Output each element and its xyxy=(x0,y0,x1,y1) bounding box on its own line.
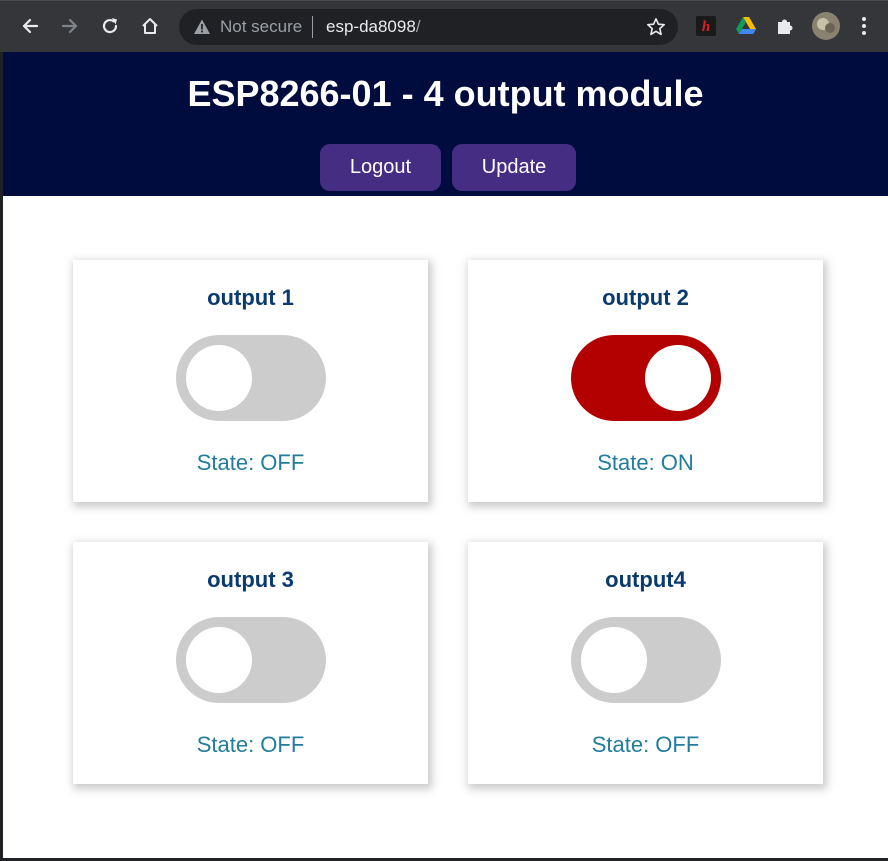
card-title: output 1 xyxy=(207,285,294,310)
toggle-knob xyxy=(186,345,252,411)
star-icon[interactable] xyxy=(646,17,666,37)
output-card-3: output 3 State: OFF xyxy=(73,542,428,784)
back-button[interactable] xyxy=(15,11,45,41)
reload-button[interactable] xyxy=(95,11,125,41)
puzzle-icon xyxy=(778,19,793,34)
output-card-1: output 1 State: OFF xyxy=(73,260,428,502)
logout-button[interactable]: Logout xyxy=(320,144,441,191)
url-path: / xyxy=(415,17,421,36)
security-status[interactable]: Not secure xyxy=(220,17,302,37)
drive-extension-button[interactable] xyxy=(734,14,758,38)
browser-menu-button[interactable] xyxy=(852,14,876,38)
arrow-left-icon xyxy=(22,18,39,34)
web-page: ESP8266-01 - 4 output module Logout Upda… xyxy=(3,52,888,858)
browser-toolbar: Not secure esp-da8098/ h xyxy=(0,0,888,52)
avatar xyxy=(812,12,840,40)
extensions-button[interactable] xyxy=(773,14,797,38)
address-divider xyxy=(312,16,313,38)
toggle-switch-output-3[interactable] xyxy=(176,617,326,703)
url-host: esp-da8098 xyxy=(326,17,416,36)
state-text: State: OFF xyxy=(196,732,305,757)
state-text: State: OFF xyxy=(591,732,700,757)
h-extension-button[interactable]: h xyxy=(694,14,718,38)
toggle-knob xyxy=(186,627,252,693)
svg-text:h: h xyxy=(702,19,710,35)
drive-icon xyxy=(736,17,756,34)
toggle-switch-output-4[interactable] xyxy=(571,617,721,703)
address-bar[interactable]: Not secure esp-da8098/ xyxy=(179,9,678,45)
card-title: output 2 xyxy=(602,285,689,310)
h-extension-icon: h xyxy=(696,16,716,36)
arrow-right-icon xyxy=(61,18,78,34)
output-card-4: output4 State: OFF xyxy=(468,542,823,784)
state-text: State: OFF xyxy=(196,450,305,475)
card-title: output 3 xyxy=(207,567,294,592)
reload-icon xyxy=(102,18,118,34)
warning-icon[interactable] xyxy=(193,18,211,36)
card-title: output4 xyxy=(605,567,686,592)
home-icon xyxy=(142,18,158,34)
toggle-knob xyxy=(581,627,647,693)
profile-button[interactable] xyxy=(812,12,840,40)
state-text: State: ON xyxy=(597,450,694,475)
url-text[interactable]: esp-da8098/ xyxy=(326,17,421,37)
home-button[interactable] xyxy=(135,11,165,41)
toggle-switch-output-1[interactable] xyxy=(176,335,326,421)
toggle-knob xyxy=(645,345,711,411)
kebab-menu-icon xyxy=(862,17,866,35)
output-card-2: output 2 State: ON xyxy=(468,260,823,502)
page-header: ESP8266-01 - 4 output module Logout Upda… xyxy=(3,52,888,196)
update-button[interactable]: Update xyxy=(452,144,576,191)
forward-button[interactable] xyxy=(55,11,85,41)
page-title: ESP8266-01 - 4 output module xyxy=(187,73,704,114)
toggle-switch-output-2[interactable] xyxy=(571,335,721,421)
